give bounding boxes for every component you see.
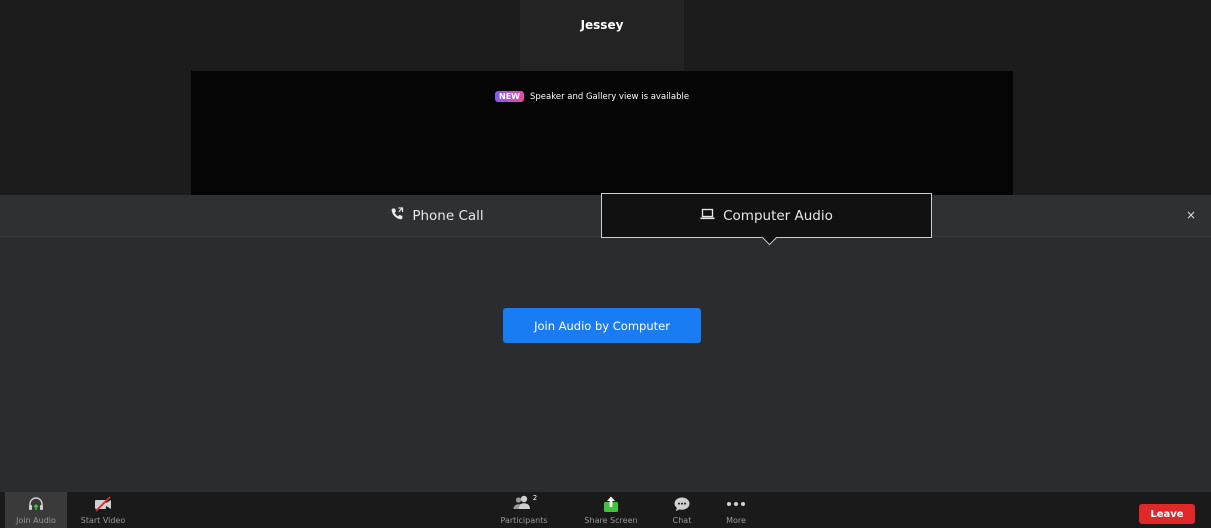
share-screen-button[interactable]: Share Screen xyxy=(578,492,644,528)
tab-phone-call-label: Phone Call xyxy=(412,208,484,224)
close-icon[interactable]: × xyxy=(1183,207,1199,223)
video-off-icon xyxy=(93,492,113,516)
start-video-label: Start Video xyxy=(80,516,126,525)
more-dots-icon xyxy=(726,492,746,516)
meeting-toolbar: Join Audio Start Video 2 Participants Sh… xyxy=(0,492,1211,528)
headphones-icon xyxy=(27,492,45,516)
share-screen-icon xyxy=(602,492,620,516)
leave-meeting-button[interactable]: Leave xyxy=(1139,504,1195,524)
join-audio-panel: Phone Call Computer Audio × Join Audio b… xyxy=(0,193,1211,492)
more-label: More xyxy=(726,516,746,525)
new-feature-banner: NEW Speaker and Gallery view is availabl… xyxy=(495,89,689,104)
participant-name: Jessey xyxy=(580,18,624,32)
participants-button[interactable]: 2 Participants xyxy=(494,492,554,528)
phone-icon xyxy=(390,207,404,225)
tab-computer-audio-label: Computer Audio xyxy=(723,207,833,224)
laptop-icon xyxy=(700,208,715,224)
audio-tab-strip: Phone Call Computer Audio × xyxy=(0,193,1211,238)
chat-button[interactable]: Chat xyxy=(662,492,702,528)
banner-text: Speaker and Gallery view is available xyxy=(529,91,690,102)
more-button[interactable]: More xyxy=(716,492,756,528)
participants-label: Participants xyxy=(500,516,548,525)
chat-label: Chat xyxy=(672,516,692,525)
start-video-button[interactable]: Start Video xyxy=(75,492,131,528)
share-screen-label: Share Screen xyxy=(584,516,638,525)
participants-icon xyxy=(512,494,532,514)
tab-computer-audio[interactable]: Computer Audio xyxy=(601,193,932,238)
join-audio-label: Join Audio xyxy=(16,516,56,525)
participant-name-tab: Jessey xyxy=(520,0,684,72)
chat-icon xyxy=(673,492,691,516)
new-badge: NEW xyxy=(495,91,524,102)
join-audio-by-computer-button[interactable]: Join Audio by Computer xyxy=(503,308,701,343)
participants-count: 2 xyxy=(532,494,538,502)
tab-phone-call[interactable]: Phone Call xyxy=(272,195,602,237)
join-audio-button[interactable]: Join Audio xyxy=(5,492,67,528)
